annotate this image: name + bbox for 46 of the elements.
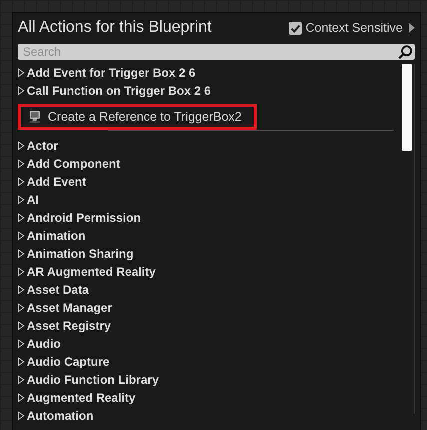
category-label: Audio Capture xyxy=(27,355,110,369)
category-item[interactable]: Asset Registry xyxy=(18,317,399,335)
monitor-icon xyxy=(28,110,42,124)
category-label: Add Event for Trigger Box 2 6 xyxy=(27,66,196,80)
category-item[interactable]: Animation xyxy=(18,227,399,245)
category-item[interactable]: Audio Capture xyxy=(18,353,399,371)
category-label: Animation Sharing xyxy=(27,247,134,261)
category-item[interactable]: Add Component xyxy=(18,155,399,173)
category-label: AI xyxy=(27,193,39,207)
action-label: Create a Reference to TriggerBox2 xyxy=(48,110,242,124)
category-item[interactable]: Augmented Reality xyxy=(18,389,399,407)
search-icon xyxy=(398,44,413,60)
category-label: Automation xyxy=(27,409,94,423)
category-label: Audio Function Library xyxy=(27,373,159,387)
category-item[interactable]: AI xyxy=(18,191,399,209)
panel-title: All Actions for this Blueprint xyxy=(18,19,212,37)
category-label: Actor xyxy=(27,139,58,153)
category-item[interactable]: AR Augmented Reality xyxy=(18,263,399,281)
expand-arrow-icon[interactable] xyxy=(409,23,415,33)
category-item[interactable]: Asset Data xyxy=(18,281,399,299)
context-sensitive-checkbox[interactable] xyxy=(288,22,302,34)
context-sensitive-label: Context Sensitive xyxy=(306,21,403,35)
category-item[interactable]: Automation xyxy=(18,407,399,425)
scrollbar-thumb[interactable] xyxy=(402,64,412,151)
search-field[interactable]: Search xyxy=(18,44,415,60)
category-label: Android Permission xyxy=(27,211,142,225)
category-item[interactable]: Android Permission xyxy=(18,209,399,227)
category-label: Call Function on Trigger Box 2 6 xyxy=(27,84,212,98)
category-item[interactable]: Add Event for Trigger Box 2 6 xyxy=(18,64,399,82)
category-label: Augmented Reality xyxy=(27,391,136,405)
action-item[interactable]: Create a Reference to TriggerBox2 xyxy=(18,104,257,130)
category-item[interactable]: Animation Sharing xyxy=(18,245,399,263)
category-label: AR Augmented Reality xyxy=(27,265,156,279)
category-label: Add Event xyxy=(27,175,86,189)
category-label: Asset Registry xyxy=(27,319,112,333)
category-item[interactable]: Actor xyxy=(18,137,399,155)
category-item[interactable]: Asset Manager xyxy=(18,299,399,317)
category-label: Asset Manager xyxy=(27,301,112,315)
category-item[interactable]: Audio Function Library xyxy=(18,371,399,389)
category-label: Audio xyxy=(27,337,61,351)
category-item[interactable]: Add Event xyxy=(18,173,399,191)
category-item[interactable]: Call Function on Trigger Box 2 6 xyxy=(18,82,399,100)
category-label: Asset Data xyxy=(27,283,90,297)
category-label: Add Component xyxy=(27,157,120,171)
category-label: Animation xyxy=(27,229,86,243)
category-item[interactable]: Audio xyxy=(18,335,399,353)
